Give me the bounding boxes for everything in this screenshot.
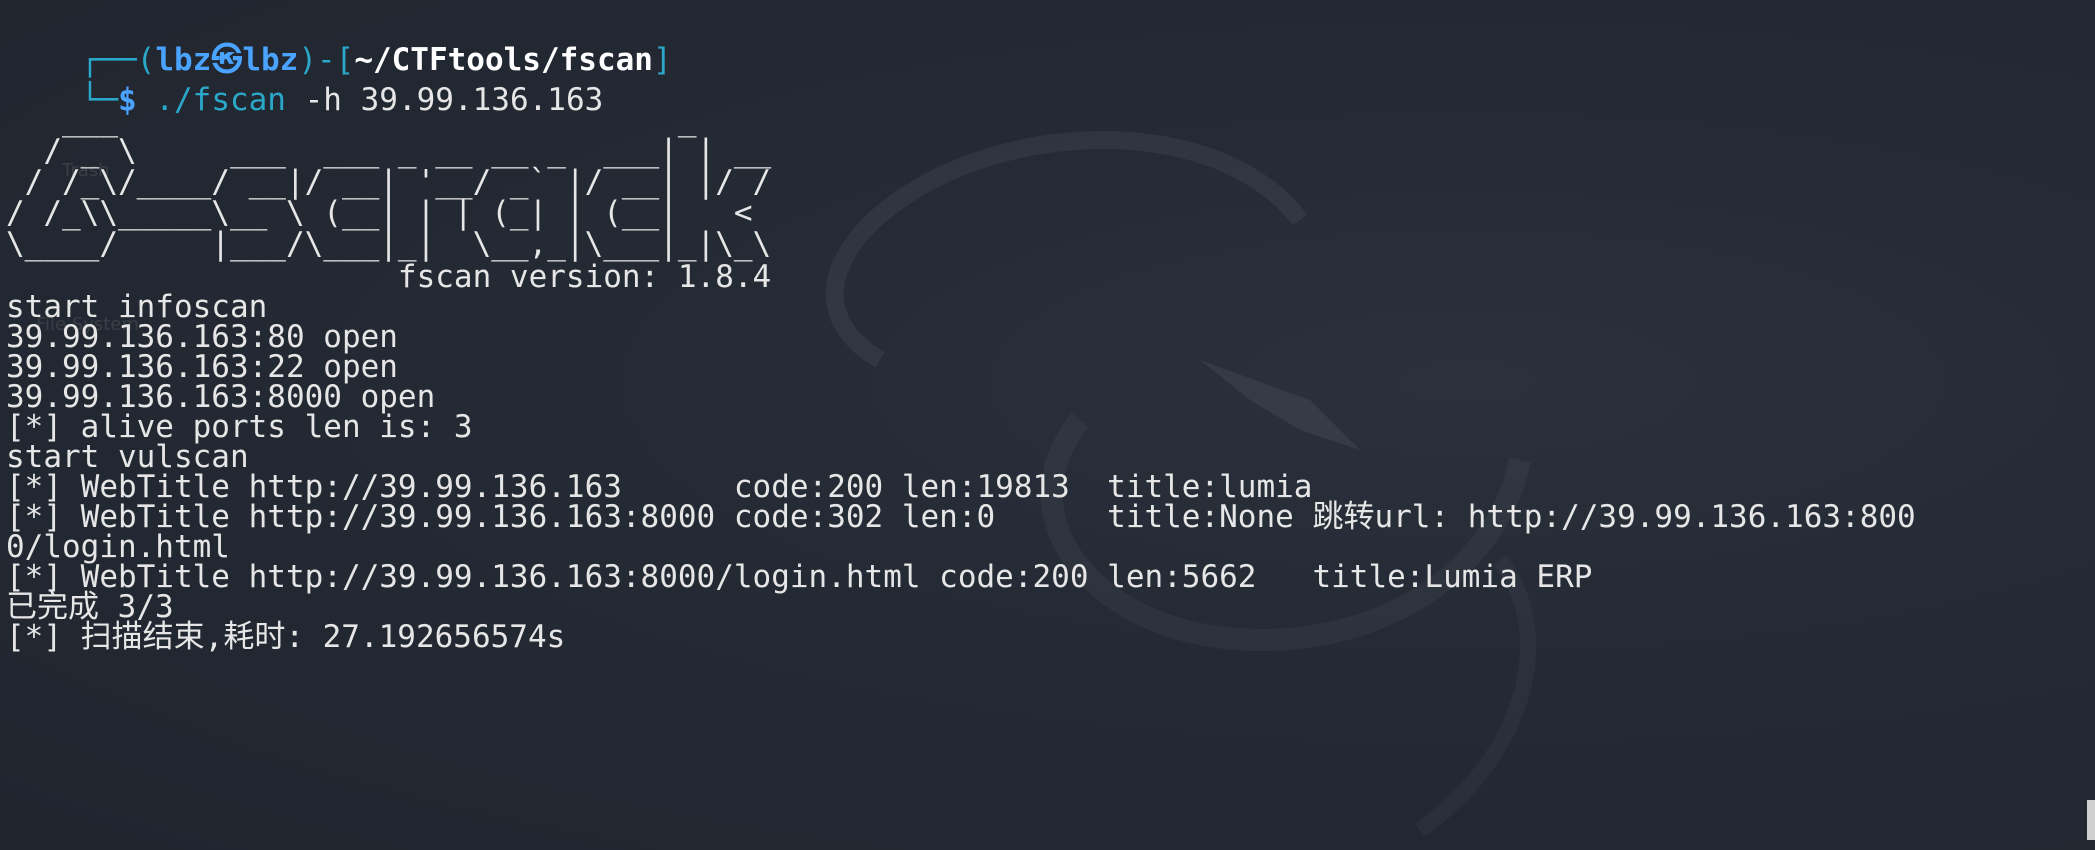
prompt-frame-close: ] [652, 42, 672, 78]
terminal-scrollbar[interactable] [2087, 800, 2095, 840]
terminal-window[interactable]: Trash File System ┌──(lbz㉿lbz)-[~/CTFtoo… [0, 0, 2095, 850]
output-line: [*] 扫描结束,耗时: 27.192656574s [6, 619, 566, 655]
output-line: [*] WebTitle http://39.99.136.163:8000 c… [6, 499, 1916, 535]
prompt-line-top: ┌──(lbz㉿lbz)-[~/CTFtools/fscan] [6, 0, 672, 78]
command-line[interactable]: └─$ ./fscan -h 39.99.136.163 [6, 40, 604, 118]
output-line: [*] WebTitle http://39.99.136.163:8000/l… [6, 559, 1593, 595]
